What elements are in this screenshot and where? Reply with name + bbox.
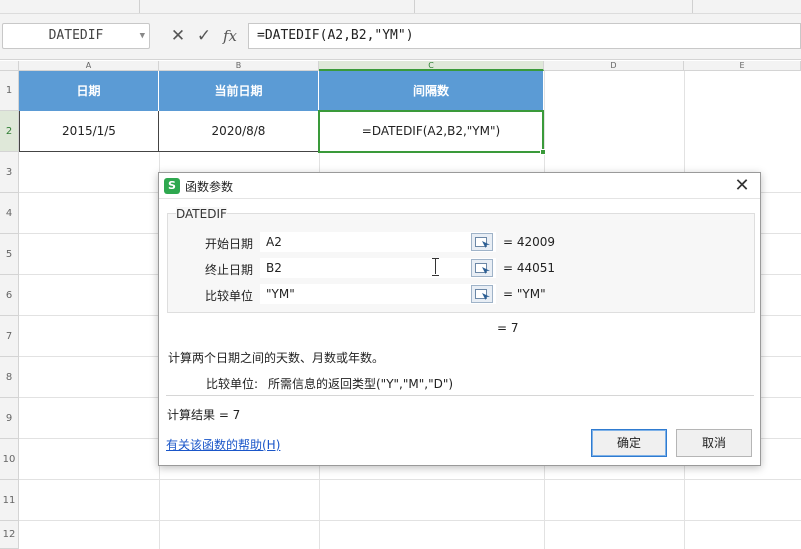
arg-result-unit: = "YM" [503, 287, 546, 301]
cell-c1[interactable]: 间隔数 [319, 71, 544, 111]
chevron-down-icon[interactable]: ▼ [140, 24, 145, 48]
function-help-link[interactable]: 有关该函数的帮助(H) [166, 436, 280, 453]
cell-a1[interactable]: 日期 [19, 71, 159, 111]
row-header-2[interactable]: 2 [0, 111, 19, 152]
column-header-row: A B C D E [0, 61, 801, 71]
calculation-result: 计算结果 = 7 [167, 408, 241, 422]
cancel-button[interactable]: 取消 [676, 429, 752, 457]
fill-handle[interactable] [540, 149, 546, 155]
ok-button[interactable]: 确定 [591, 429, 667, 457]
column-header-d[interactable]: D [544, 61, 684, 71]
column-header-c[interactable]: C [319, 61, 544, 71]
cell-a2[interactable]: 2015/1/5 [19, 111, 159, 152]
arg-label-unit: 比较单位 [205, 289, 254, 303]
close-icon[interactable]: ✕ [732, 174, 752, 198]
top-strip [0, 0, 801, 14]
row-header-3[interactable]: 3 [0, 152, 19, 193]
cell-reference-button[interactable] [471, 285, 493, 303]
row-header-1[interactable]: 1 [0, 71, 19, 111]
arg-label-end-date: 终止日期 [205, 263, 254, 277]
cell-b1[interactable]: 当前日期 [159, 71, 319, 111]
arg-label-start-date: 开始日期 [205, 237, 254, 251]
column-header-a[interactable]: A [19, 61, 159, 71]
row-header-12[interactable]: 12 [0, 521, 19, 549]
formula-bar: DATEDIF ▼ ✕ ✓ fx =DATEDIF(A2,B2,"YM") [0, 14, 801, 60]
row-header-6[interactable]: 6 [0, 275, 19, 316]
arg-result-end-date: = 44051 [503, 261, 556, 275]
cell-b2[interactable]: 2020/8/8 [159, 111, 319, 152]
formula-input[interactable]: =DATEDIF(A2,B2,"YM") [248, 23, 801, 49]
app-logo-icon: S [164, 178, 180, 194]
start-date-input[interactable]: A2 [260, 232, 496, 252]
row-header-10[interactable]: 10 [0, 439, 19, 480]
row-header-7[interactable]: 7 [0, 316, 19, 357]
row-header-9[interactable]: 9 [0, 398, 19, 439]
function-result: = 7 [497, 321, 519, 335]
dialog-title: 函数参数 [185, 180, 234, 194]
end-date-input[interactable]: B2 [260, 258, 496, 278]
gridline [19, 520, 801, 521]
cancel-icon[interactable]: ✕ [167, 24, 189, 48]
parameter-description-label: 比较单位: [206, 377, 259, 391]
arg-result-start-date: = 42009 [503, 235, 556, 249]
unit-input[interactable]: "YM" [260, 284, 496, 304]
strip-divider [414, 0, 415, 13]
strip-divider [692, 0, 693, 13]
select-all-corner[interactable] [0, 61, 19, 71]
row-header-8[interactable]: 8 [0, 357, 19, 398]
row-header-5[interactable]: 5 [0, 234, 19, 275]
gridline [19, 479, 801, 480]
name-box[interactable]: DATEDIF ▼ [2, 23, 150, 49]
text-cursor-icon [432, 258, 440, 276]
cell-reference-button[interactable] [471, 233, 493, 251]
dialog-title-bar[interactable]: S 函数参数 ✕ [159, 173, 760, 199]
active-cell-border [318, 110, 546, 155]
row-header-11[interactable]: 11 [0, 480, 19, 521]
row-header-4[interactable]: 4 [0, 193, 19, 234]
insert-function-icon[interactable]: fx [219, 24, 241, 48]
column-header-b[interactable]: B [159, 61, 319, 71]
cell-reference-button[interactable] [471, 259, 493, 277]
name-box-value: DATEDIF [48, 28, 104, 43]
function-name-label: DATEDIF [176, 207, 227, 221]
confirm-icon[interactable]: ✓ [193, 24, 215, 48]
strip-divider [139, 0, 140, 13]
function-description: 计算两个日期之间的天数、月数或年数。 [168, 351, 385, 365]
column-header-e[interactable]: E [684, 61, 801, 71]
divider [166, 395, 754, 396]
function-arguments-dialog: S 函数参数 ✕ DATEDIF 开始日期 A2 = 42009 终止日期 B2… [158, 172, 761, 466]
parameter-description-text: 所需信息的返回类型("Y","M","D") [268, 377, 454, 391]
